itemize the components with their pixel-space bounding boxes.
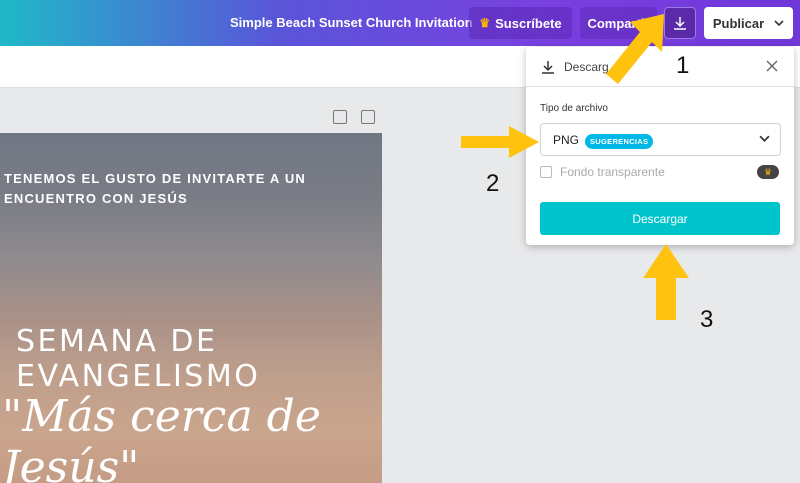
file-type-select[interactable]: PNG SUGERENCIAS (540, 123, 781, 156)
suggestions-badge: SUGERENCIAS (585, 134, 654, 149)
step-2-label: 2 (486, 170, 500, 197)
design-heading[interactable]: SEMANA DE EVANGELISMO (16, 324, 382, 394)
note-icon[interactable] (333, 110, 347, 124)
step-3-label: 3 (700, 306, 714, 333)
crown-icon: ♛ (479, 16, 491, 30)
chevron-down-icon (759, 135, 770, 142)
subscribe-button[interactable]: ♛ Suscríbete (469, 7, 572, 39)
download-icon (542, 61, 554, 74)
download-button[interactable] (664, 7, 696, 39)
design-text-line1[interactable]: TENEMOS EL GUSTO DE INVITARTE A UN (4, 171, 306, 186)
arrow-icon (461, 126, 539, 158)
publish-button[interactable]: Publicar (704, 7, 793, 39)
crown-icon: ♛ (757, 165, 779, 179)
subscribe-label: Suscríbete (495, 15, 562, 31)
design-text-line2[interactable]: ENCUENTRO CON JESÚS (4, 191, 188, 206)
page-tools (333, 110, 375, 124)
arrow-icon (606, 14, 664, 84)
design-script-title[interactable]: "Más cerca de Jesús" (2, 391, 382, 483)
top-bar: Simple Beach Sunset Church Invitation ♛ … (0, 0, 800, 46)
document-title[interactable]: Simple Beach Sunset Church Invitation (230, 15, 473, 30)
step-1-label: 1 (676, 52, 690, 79)
design-canvas[interactable]: TENEMOS EL GUSTO DE INVITARTE A UN ENCUE… (0, 133, 382, 483)
transparent-bg-checkbox[interactable] (540, 166, 552, 178)
file-type-value: PNG (553, 133, 580, 147)
publish-label: Publicar (712, 15, 765, 31)
arrow-icon (643, 244, 689, 320)
close-icon[interactable] (764, 58, 780, 74)
download-icon (674, 17, 686, 30)
transparent-bg-label: Fondo transparente (560, 165, 665, 179)
copy-icon[interactable] (361, 110, 375, 124)
chevron-down-icon (774, 20, 784, 27)
file-type-label: Tipo de archivo (540, 103, 608, 114)
panel-title: Descarg (564, 60, 609, 74)
download-submit-button[interactable]: Descargar (540, 202, 780, 235)
